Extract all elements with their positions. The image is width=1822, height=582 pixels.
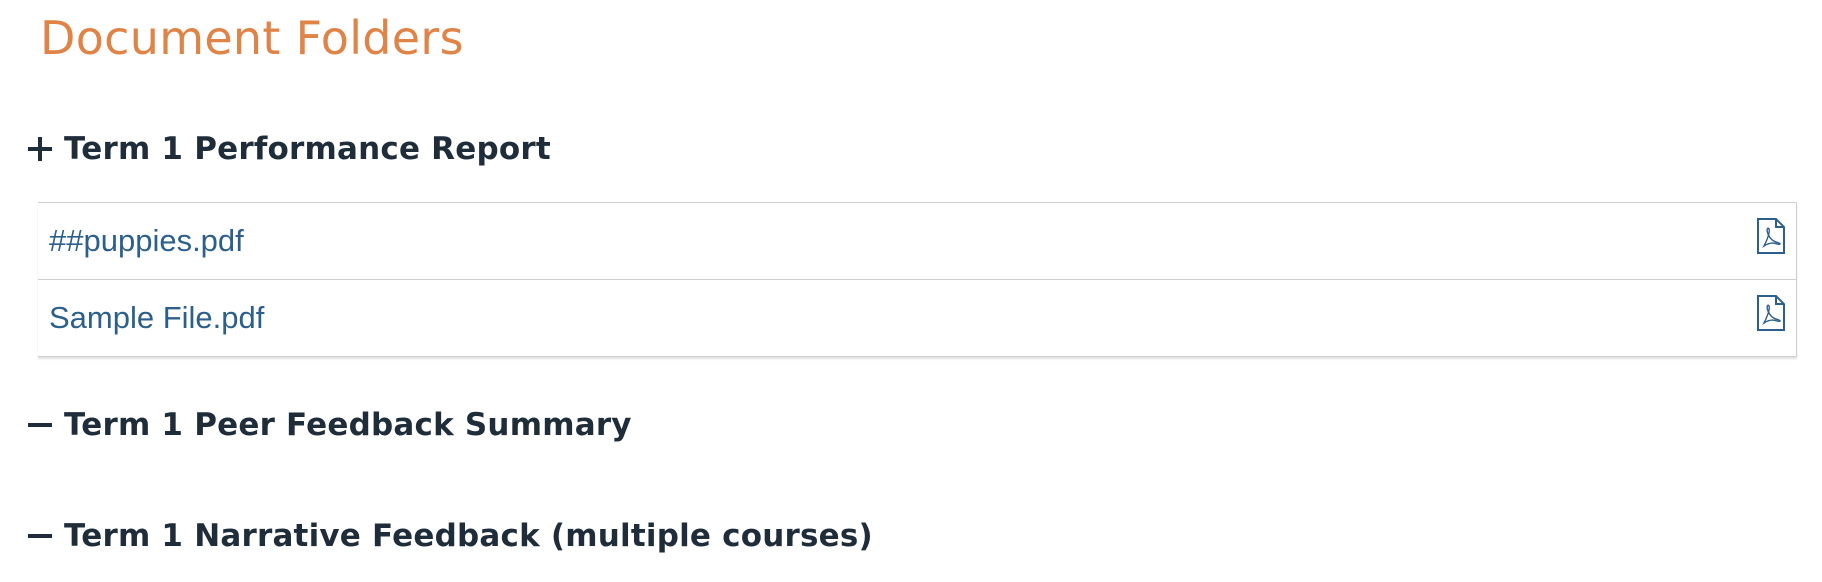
page-title: Document Folders: [40, 11, 464, 65]
file-list: ##puppies.pdf Sample File.pdf: [38, 202, 1797, 357]
file-link[interactable]: Sample File.pdf: [49, 280, 264, 356]
minus-icon[interactable]: [26, 522, 54, 550]
file-link[interactable]: ##puppies.pdf: [49, 203, 244, 279]
folder-title[interactable]: Term 1 Peer Feedback Summary: [64, 407, 632, 443]
document-folders-page: Document Folders Term 1 Performance Repo…: [0, 0, 1822, 582]
file-row: ##puppies.pdf: [38, 203, 1796, 280]
plus-icon[interactable]: [26, 135, 54, 163]
pdf-file-icon[interactable]: [1756, 295, 1786, 331]
folder-header-peer-feedback-summary[interactable]: Term 1 Peer Feedback Summary: [26, 403, 632, 447]
folder-title[interactable]: Term 1 Narrative Feedback (multiple cour…: [64, 518, 873, 554]
folder-header-narrative-feedback[interactable]: Term 1 Narrative Feedback (multiple cour…: [26, 514, 873, 558]
minus-icon[interactable]: [26, 411, 54, 439]
folder-title[interactable]: Term 1 Performance Report: [64, 131, 551, 167]
file-row: Sample File.pdf: [38, 280, 1796, 356]
folder-header-performance-report[interactable]: Term 1 Performance Report: [26, 127, 551, 171]
pdf-file-icon[interactable]: [1756, 218, 1786, 254]
